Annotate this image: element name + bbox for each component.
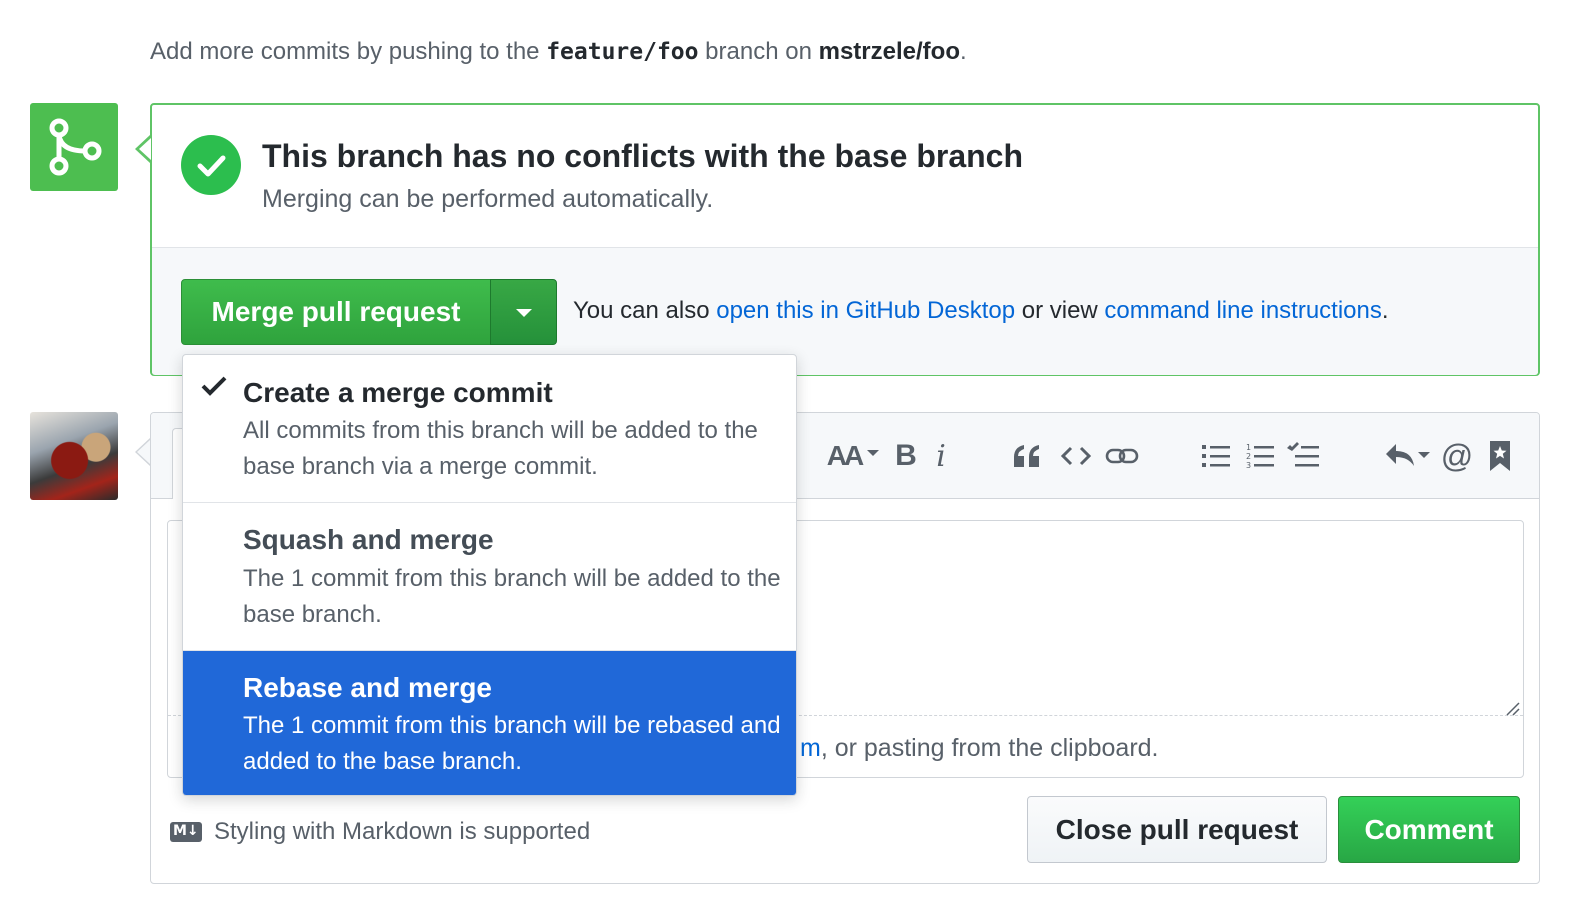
italic-button[interactable]: i xyxy=(930,436,952,476)
also-prefix: You can also xyxy=(573,297,717,324)
menu-item-title: Squash and merge xyxy=(243,524,494,555)
link-button[interactable] xyxy=(1104,436,1140,476)
ordered-list-icon: 123 xyxy=(1246,443,1274,470)
comment-button[interactable]: Comment xyxy=(1338,796,1520,863)
reply-button[interactable] xyxy=(1382,436,1432,476)
bookmark-icon xyxy=(1490,441,1510,471)
header-text-icon: AA xyxy=(826,440,864,471)
menu-item-rebase-and-merge[interactable]: Rebase and merge The 1 commit from this … xyxy=(183,650,796,795)
code-button[interactable] xyxy=(1058,436,1094,476)
resize-handle-icon[interactable] xyxy=(1504,700,1520,716)
markdown-note-text[interactable]: Styling with Markdown is supported xyxy=(214,818,590,846)
menu-item-description: All commits from this branch will be add… xyxy=(243,417,758,480)
merge-method-menu: Create a merge commit All commits from t… xyxy=(182,354,797,796)
branch-name: feature/foo xyxy=(546,39,699,65)
code-icon xyxy=(1061,446,1091,466)
merge-pull-request-button[interactable]: Merge pull request xyxy=(181,279,491,345)
header-text-button[interactable]: AA xyxy=(824,436,882,476)
command-line-instructions-link[interactable]: command line instructions xyxy=(1104,297,1381,324)
svg-text:1: 1 xyxy=(1246,443,1251,452)
bold-button[interactable]: B xyxy=(892,436,920,476)
push-instructions: Add more commits by pushing to the featu… xyxy=(150,38,967,66)
markdown-icon: M↓ xyxy=(170,822,202,842)
also-middle: or view xyxy=(1015,297,1105,324)
push-suffix: . xyxy=(959,38,967,65)
caret-down-icon xyxy=(867,450,880,456)
check-circle-icon xyxy=(181,135,241,195)
mention-icon: @ xyxy=(1440,437,1474,474)
push-middle: branch on xyxy=(698,38,819,65)
link-icon xyxy=(1105,448,1139,464)
bold-icon: B xyxy=(895,439,917,472)
task-list-icon xyxy=(1287,442,1319,467)
svg-text:3: 3 xyxy=(1246,461,1251,470)
unordered-list-icon xyxy=(1202,445,1230,467)
task-list-button[interactable] xyxy=(1285,436,1321,476)
alternate-merge-options: You can also open this in GitHub Desktop… xyxy=(573,297,1389,325)
merge-method-dropdown-toggle[interactable] xyxy=(490,279,557,345)
attach-files-hint: m, or pasting from the clipboard. xyxy=(800,734,1159,763)
comment-pointer-fill xyxy=(137,440,150,464)
attach-hint-text: , or pasting from the clipboard. xyxy=(820,734,1159,762)
menu-item-create-merge-commit[interactable]: Create a merge commit All commits from t… xyxy=(183,355,796,502)
menu-item-title: Rebase and merge xyxy=(243,672,492,703)
repo-name: mstrzele/foo xyxy=(818,38,960,65)
markdown-badge-label: M↓ xyxy=(173,823,199,839)
reply-icon xyxy=(1386,444,1430,466)
menu-item-squash-and-merge[interactable]: Squash and merge The 1 commit from this … xyxy=(183,502,796,650)
push-prefix: Add more commits by pushing to the xyxy=(150,38,547,65)
merge-status-title: This branch has no conflicts with the ba… xyxy=(262,138,1024,174)
menu-item-description: The 1 commit from this branch will be re… xyxy=(243,712,781,775)
choose-files-link[interactable]: m xyxy=(800,734,821,762)
menu-item-description: The 1 commit from this branch will be ad… xyxy=(243,565,781,628)
open-in-desktop-link[interactable]: open this in GitHub Desktop xyxy=(716,297,1015,324)
avatar[interactable] xyxy=(30,412,118,500)
menu-item-title: Create a merge commit xyxy=(243,377,553,408)
also-suffix: . xyxy=(1381,297,1389,324)
caret-down-icon xyxy=(516,309,532,317)
check-icon xyxy=(201,376,227,396)
mention-button[interactable]: @ xyxy=(1440,436,1474,476)
italic-icon: i xyxy=(936,438,946,474)
unordered-list-button[interactable] xyxy=(1199,436,1233,476)
ordered-list-button[interactable]: 123 xyxy=(1243,436,1277,476)
merge-panel-pointer-fill xyxy=(139,138,151,160)
merge-status-subtitle: Merging can be performed automatically. xyxy=(262,185,714,213)
svg-text:2: 2 xyxy=(1246,452,1251,461)
saved-reply-button[interactable] xyxy=(1486,436,1514,476)
quote-button[interactable] xyxy=(1010,436,1044,476)
git-merge-icon xyxy=(30,103,118,191)
close-pull-request-button[interactable]: Close pull request xyxy=(1027,796,1327,863)
markdown-support-note: M↓ Styling with Markdown is supported xyxy=(170,818,590,846)
quote-icon xyxy=(1014,445,1039,467)
